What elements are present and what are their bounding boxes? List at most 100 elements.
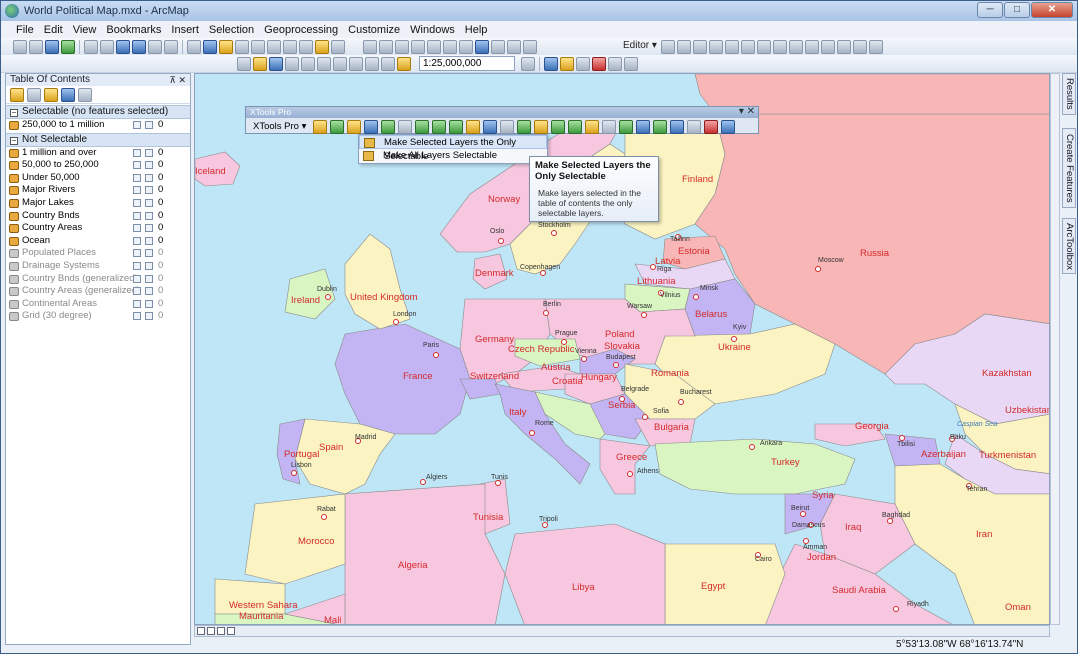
new-document-icon[interactable] [237, 57, 251, 71]
layer-row[interactable]: 250,000 to 1 million 0 [6, 119, 190, 132]
focus-data-frame-icon[interactable] [507, 40, 521, 54]
edit-vertices-icon[interactable] [757, 40, 771, 54]
menu-windows[interactable]: Windows [405, 24, 460, 36]
clear-selected-icon[interactable] [145, 121, 153, 129]
title-bar[interactable]: World Political Map.mxd - ArcMap ─ □ ✕ [1, 1, 1077, 21]
cut-polygons-icon[interactable] [789, 40, 803, 54]
xtools-grid2-icon[interactable] [687, 120, 702, 134]
time-slider-icon[interactable] [331, 40, 345, 54]
minimize-button[interactable]: ─ [977, 2, 1003, 18]
measure-icon[interactable] [299, 40, 313, 54]
layer-row[interactable]: Major Rivers 0 [6, 184, 190, 197]
back-extent-icon[interactable] [116, 40, 130, 54]
xtools-selection-layers-icon[interactable] [364, 120, 379, 134]
fixed-zoom-out-icon[interactable] [100, 40, 114, 54]
print-icon[interactable] [285, 57, 299, 71]
fixed-zoom-in-icon[interactable] [84, 40, 98, 54]
pan-icon[interactable] [45, 40, 59, 54]
layer-row[interactable]: Grid (30 degree) 0 [6, 310, 190, 323]
xtools-folder-icon[interactable] [585, 120, 600, 134]
toggle-selectable-icon[interactable] [133, 198, 141, 207]
python-window-icon[interactable] [608, 57, 622, 71]
xtools-pro-menu[interactable]: XTools Pro ▾ [249, 120, 310, 134]
toggle-draft-icon[interactable] [491, 40, 505, 54]
arctoolbox-icon[interactable] [592, 57, 606, 71]
clear-selected-icon[interactable] [145, 211, 153, 220]
toggle-selectable-icon[interactable] [133, 121, 141, 129]
clear-selected-icon[interactable] [145, 287, 153, 296]
arctoolbox-tab[interactable]: ArcToolbox [1062, 218, 1076, 274]
clear-selected-icon[interactable] [145, 274, 153, 283]
menu-help[interactable]: Help [460, 24, 493, 36]
clear-selected-icon[interactable] [145, 186, 153, 195]
find-route-icon[interactable] [267, 40, 281, 54]
toggle-selectable-icon[interactable] [133, 249, 141, 258]
layout-pan-icon[interactable] [395, 40, 409, 54]
create-viewer-icon[interactable] [315, 40, 329, 54]
table-of-contents-icon[interactable] [544, 57, 558, 71]
layer-row[interactable]: 1 million and over 0 [6, 147, 190, 160]
layout-view-icon[interactable] [207, 627, 215, 635]
create-features-tab[interactable]: Create Features [1062, 128, 1076, 208]
full-extent-icon[interactable] [61, 40, 75, 54]
undo-icon[interactable] [365, 57, 379, 71]
zoom-out-icon[interactable] [29, 40, 43, 54]
delete-icon[interactable] [349, 57, 363, 71]
xtools-table-tools-icon[interactable] [602, 120, 617, 134]
identify-icon[interactable] [203, 40, 217, 54]
clear-selected-icon[interactable] [145, 224, 153, 233]
select-elements-icon[interactable] [187, 40, 201, 54]
maximize-button[interactable]: □ [1004, 2, 1030, 18]
layer-row[interactable]: Continental Areas 0 [6, 298, 190, 311]
layer-row[interactable]: 50,000 to 250,000 0 [6, 159, 190, 172]
layer-row[interactable]: Under 50,000 0 [6, 172, 190, 185]
toggle-selectable-icon[interactable] [133, 173, 141, 182]
xtools-find-icon[interactable] [500, 120, 515, 134]
map-scale-input[interactable]: 1:25,000,000 [419, 56, 515, 71]
toggle-selectable-icon[interactable] [133, 299, 141, 308]
menu-selection[interactable]: Selection [204, 24, 259, 36]
toggle-selectable-icon[interactable] [133, 211, 141, 220]
xtools-layer-icon[interactable] [330, 120, 345, 134]
search-window-icon[interactable] [576, 57, 590, 71]
xtools-split-icon[interactable] [619, 120, 634, 134]
toc-pin-close[interactable]: ⊼ ✕ [169, 74, 186, 86]
redo-icon[interactable] [381, 57, 395, 71]
layer-row[interactable]: Country Areas (generalized) 0 [6, 285, 190, 298]
trace-icon[interactable] [725, 40, 739, 54]
add-data-icon[interactable] [397, 57, 411, 71]
menu-customize[interactable]: Customize [343, 24, 405, 36]
xtools-identify-icon[interactable] [466, 120, 481, 134]
point-icon[interactable] [741, 40, 755, 54]
menu-view[interactable]: View [68, 24, 102, 36]
toggle-selectable-icon[interactable] [133, 261, 141, 270]
xtools-transform-icon[interactable] [381, 120, 396, 134]
html-popup-icon[interactable] [235, 40, 249, 54]
group-not-selectable[interactable]: − Not Selectable [6, 132, 190, 147]
xtools-shapes-icon[interactable] [670, 120, 685, 134]
copy-icon[interactable] [317, 57, 331, 71]
make-selected-only-selectable-item[interactable]: Make Selected Layers the Only Selectable [359, 135, 547, 162]
goto-xy-icon[interactable] [283, 40, 297, 54]
endpoint-arc-icon[interactable] [709, 40, 723, 54]
layer-row[interactable]: Drainage Systems 0 [6, 260, 190, 273]
xtools-books-icon[interactable] [704, 120, 719, 134]
pause-drawing-icon[interactable] [227, 627, 235, 635]
list-by-visibility-icon[interactable] [44, 88, 58, 102]
layer-row[interactable]: Country Bnds (generalized) 0 [6, 273, 190, 286]
make-all-selectable-item[interactable]: Make All Layers Selectable [359, 149, 547, 163]
toggle-selectable-icon[interactable] [133, 236, 141, 245]
layout-forward-icon[interactable] [459, 40, 473, 54]
sketch-properties-icon[interactable] [853, 40, 867, 54]
xtools-close[interactable]: ▾ ✕ [739, 106, 755, 117]
toggle-selectable-icon[interactable] [133, 148, 141, 157]
group-selectable[interactable]: − Selectable (no features selected) [6, 105, 190, 119]
clear-selected-icon[interactable] [145, 173, 153, 182]
collapse-toggle-icon[interactable]: − [10, 109, 18, 117]
layout-zoom-in-icon[interactable] [363, 40, 377, 54]
open-icon[interactable] [253, 57, 267, 71]
xtools-convert-icon[interactable] [398, 120, 413, 134]
list-by-drawing-order-icon[interactable] [10, 88, 24, 102]
editor-toolbar-icon[interactable] [521, 57, 535, 71]
modelbuilder-icon[interactable] [624, 57, 638, 71]
